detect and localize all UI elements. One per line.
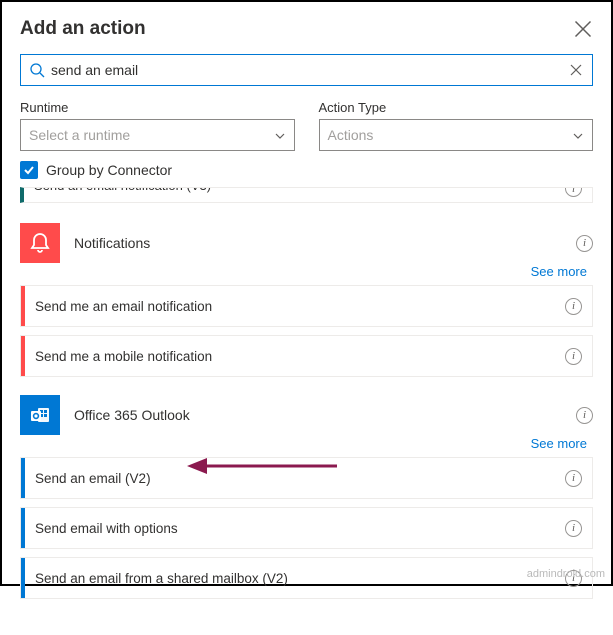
info-icon[interactable] (565, 470, 582, 487)
action-label: Send me a mobile notification (35, 349, 565, 364)
watermark: admindroid.com (527, 568, 605, 580)
connector-color-bar (21, 286, 25, 326)
action-item-partial[interactable]: Send an email notification (V3) (20, 187, 593, 203)
connector-header-outlook[interactable]: Office 365 Outlook See more (20, 395, 593, 435)
action-label: Send me an email notification (35, 299, 565, 314)
actiontype-label: Action Type (319, 100, 594, 115)
action-label: Send an email from a shared mailbox (V2) (35, 571, 565, 586)
group-by-connector-label: Group by Connector (46, 162, 172, 178)
connector-color-bar (21, 458, 25, 498)
search-icon (29, 62, 45, 78)
actiontype-select[interactable]: Actions (319, 119, 594, 151)
chevron-down-icon (274, 129, 286, 141)
close-icon[interactable] (573, 19, 593, 39)
info-icon[interactable] (576, 407, 593, 424)
runtime-select[interactable]: Select a runtime (20, 119, 295, 151)
connector-header-notifications[interactable]: Notifications See more (20, 223, 593, 263)
group-by-connector-checkbox[interactable] (20, 161, 38, 179)
chevron-down-icon (572, 129, 584, 141)
connector-color-bar (21, 508, 25, 548)
connector-color-bar (21, 558, 25, 598)
action-label: Send an email (V2) (35, 471, 565, 486)
info-icon[interactable] (565, 348, 582, 365)
outlook-icon (20, 395, 60, 435)
runtime-label: Runtime (20, 100, 295, 115)
action-item[interactable]: Send me an email notification (20, 285, 593, 327)
connector-name: Office 365 Outlook (74, 407, 190, 423)
info-icon[interactable] (565, 520, 582, 537)
connector-name: Notifications (74, 235, 150, 251)
see-more-link[interactable]: See more (531, 264, 587, 279)
runtime-placeholder: Select a runtime (29, 127, 130, 143)
info-icon[interactable] (565, 187, 582, 197)
search-input[interactable] (51, 62, 568, 78)
action-item[interactable]: Send email with options (20, 507, 593, 549)
info-icon[interactable] (576, 235, 593, 252)
action-item[interactable]: Send an email from a shared mailbox (V2) (20, 557, 593, 599)
info-icon[interactable] (565, 298, 582, 315)
bell-icon (20, 223, 60, 263)
see-more-link[interactable]: See more (531, 436, 587, 451)
action-item-send-email-v2[interactable]: Send an email (V2) (20, 457, 593, 499)
page-title: Add an action (20, 18, 146, 40)
clear-search-icon[interactable] (568, 62, 584, 78)
action-label: Send email with options (35, 521, 565, 536)
action-item[interactable]: Send me a mobile notification (20, 335, 593, 377)
connector-color-bar (21, 336, 25, 376)
action-label: Send an email notification (V3) (34, 187, 211, 193)
search-box[interactable] (20, 54, 593, 86)
actiontype-placeholder: Actions (328, 127, 374, 143)
